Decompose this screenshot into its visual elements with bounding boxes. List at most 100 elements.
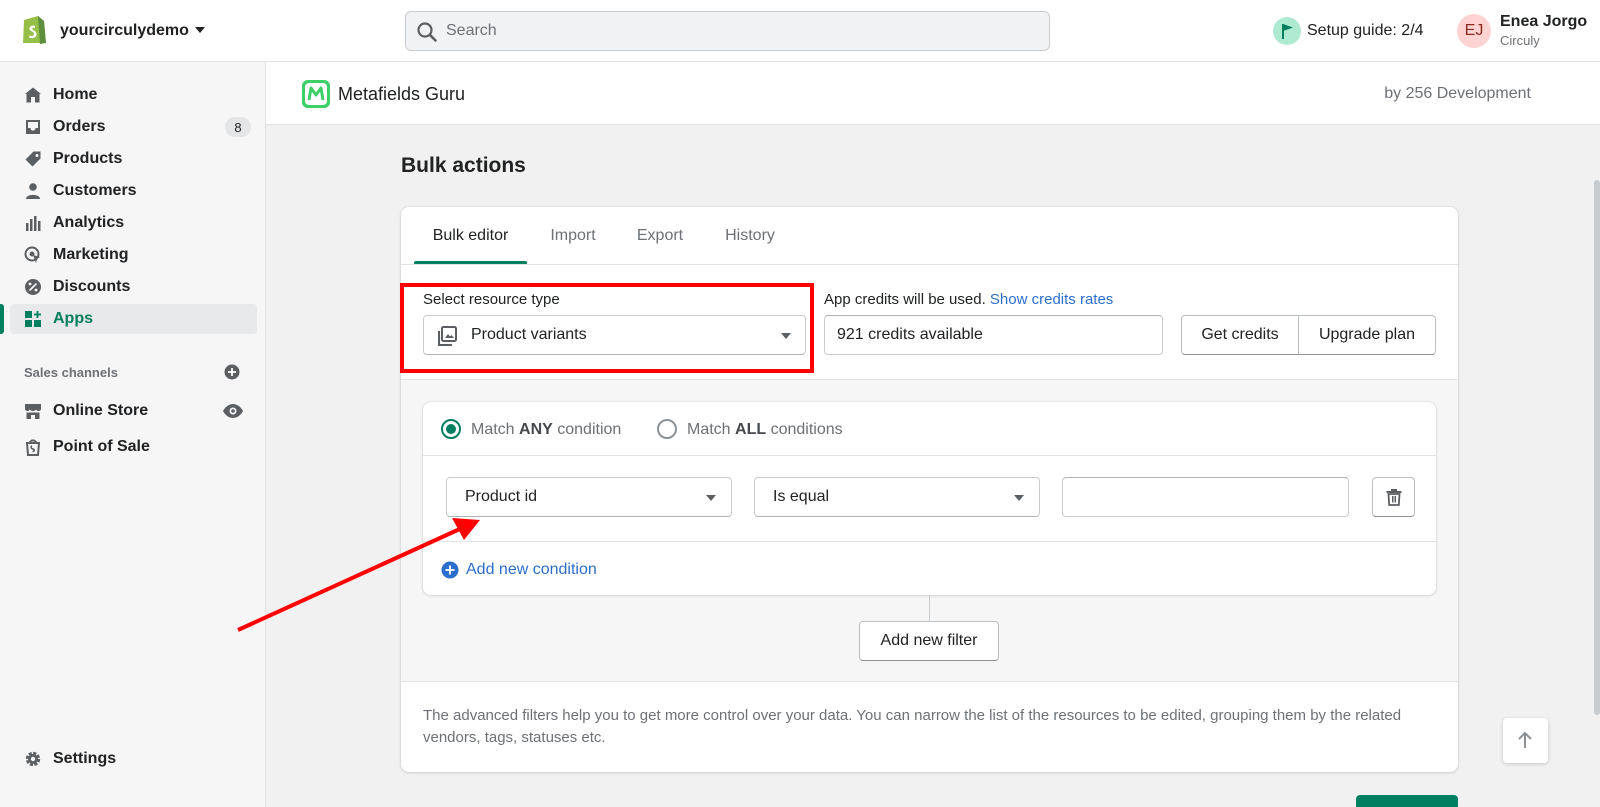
show-credits-rates-link[interactable]: Show credits rates [990, 291, 1113, 308]
sidebar-item-label: Customers [53, 182, 137, 199]
credits-notice: App credits will be used. Show credits r… [824, 291, 1113, 308]
sales-channels-title: Sales channels [24, 365, 118, 380]
condition-value-input[interactable] [1075, 478, 1336, 516]
gear-icon [25, 751, 41, 767]
sidebar-item-point-of-sale[interactable]: Point of Sale [10, 432, 257, 462]
sidebar-item-label: Marketing [53, 246, 129, 263]
setup-guide-label: Setup guide: 2/4 [1307, 22, 1424, 39]
sidebar-item-label: Online Store [53, 402, 149, 419]
match-all-radio[interactable] [657, 419, 677, 439]
get-credits-button[interactable]: Get credits [1181, 315, 1299, 355]
sidebar-item-analytics[interactable]: Analytics [10, 208, 257, 238]
caret-down-icon [706, 495, 716, 501]
add-circle-icon[interactable] [224, 364, 240, 380]
sidebar-item-home[interactable]: Home [10, 80, 257, 110]
match-any-suffix: condition [552, 421, 622, 438]
sidebar-item-label: Apps [53, 310, 93, 327]
sidebar: Home Orders 8 Products Customers Analyti… [0, 62, 266, 807]
tag-icon [25, 151, 41, 167]
annotation-highlight-box [400, 283, 814, 373]
bag-icon [25, 439, 41, 456]
match-all-label[interactable]: Match ALL conditions [687, 421, 843, 439]
app-header: Metafields Guru by 256 Development [266, 62, 1600, 125]
condition-operator-value: Is equal [773, 488, 830, 505]
condition-field-select[interactable]: Product id [446, 477, 732, 517]
add-new-condition-link[interactable]: Add new condition [441, 560, 597, 580]
sidebar-item-discounts[interactable]: Discounts [10, 272, 257, 302]
tab-bulk-editor[interactable]: Bulk editor [414, 207, 527, 265]
flag-icon [1273, 17, 1301, 45]
store-icon [25, 404, 41, 419]
credits-notice-text: App credits will be used. [824, 291, 986, 308]
tab-import[interactable]: Import [538, 207, 608, 265]
sidebar-item-online-store[interactable]: Online Store [10, 396, 257, 426]
condition-operator-select[interactable]: Is equal [754, 477, 1040, 517]
tab-bar: Bulk editor Import Export History [401, 207, 1458, 265]
inbox-icon [26, 120, 40, 134]
search-icon [417, 22, 437, 42]
sidebar-item-settings[interactable]: Settings [10, 744, 257, 774]
match-any-label[interactable]: Match ANY condition [471, 421, 621, 439]
plus-circle-icon [441, 561, 459, 579]
target-icon [24, 246, 40, 263]
active-tab-indicator [414, 261, 527, 264]
setup-guide[interactable]: Setup guide: 2/4 [1273, 17, 1424, 45]
sidebar-item-label: Home [53, 86, 98, 103]
credits-available-input[interactable] [837, 316, 1150, 354]
trash-icon [1386, 489, 1402, 506]
search-bar[interactable] [405, 11, 1050, 51]
filter-area: Match ANY condition Match ALL conditions… [401, 379, 1458, 682]
add-new-filter-button[interactable]: Add new filter [859, 621, 999, 661]
match-all-suffix: conditions [766, 421, 843, 438]
add-new-condition-label: Add new condition [466, 561, 597, 578]
delete-condition-button[interactable] [1372, 477, 1415, 517]
sidebar-item-label: Orders [53, 118, 106, 135]
person-icon [26, 183, 40, 199]
active-indicator [0, 304, 4, 334]
filter-connector-line [929, 595, 930, 621]
orders-count-badge: 8 [225, 117, 251, 137]
top-bar: yourcirculydemo Setup guide: 2/4 EJ Enea… [0, 0, 1600, 62]
match-any-prefix: Match [471, 421, 520, 438]
match-any-radio[interactable] [441, 419, 461, 439]
upgrade-plan-button[interactable]: Upgrade plan [1298, 315, 1436, 355]
eye-icon[interactable] [223, 404, 243, 418]
user-name[interactable]: Enea Jorgo [1500, 13, 1587, 31]
sidebar-item-label: Point of Sale [53, 438, 150, 455]
sidebar-item-apps[interactable]: Apps [0, 304, 257, 334]
app-developer: by 256 Development [1384, 85, 1531, 102]
apps-icon [25, 311, 41, 327]
metafields-guru-logo-icon[interactable] [302, 80, 330, 108]
sidebar-item-label: Analytics [53, 214, 125, 231]
scroll-to-top-button[interactable] [1503, 718, 1548, 763]
app-name: Metafields Guru [338, 84, 466, 104]
search-input[interactable] [446, 12, 1036, 50]
home-icon [25, 87, 41, 103]
sidebar-item-label: Products [53, 150, 123, 167]
avatar[interactable]: EJ [1457, 14, 1491, 48]
caret-down-icon [1014, 495, 1024, 501]
primary-action-button[interactable] [1356, 795, 1458, 807]
tab-history[interactable]: History [712, 207, 788, 265]
tab-export[interactable]: Export [620, 207, 700, 265]
condition-group: Match ANY condition Match ALL conditions… [423, 402, 1436, 595]
sidebar-item-orders[interactable]: Orders 8 [10, 112, 257, 142]
shopify-logo-icon[interactable] [20, 13, 48, 45]
sidebar-item-customers[interactable]: Customers [10, 176, 257, 206]
condition-value-field[interactable] [1062, 477, 1349, 517]
condition-row: Product id Is equal [423, 456, 1436, 542]
chevron-down-icon[interactable] [195, 27, 205, 33]
sidebar-item-marketing[interactable]: Marketing [10, 240, 257, 270]
filter-help-text: The advanced filters help you to get mor… [423, 707, 1402, 746]
sidebar-item-label: Settings [53, 750, 117, 767]
credits-available-field[interactable] [824, 315, 1163, 355]
discount-icon [25, 279, 41, 295]
match-all-bold: ALL [735, 421, 767, 438]
condition-field-value: Product id [465, 488, 538, 505]
scrollbar-thumb[interactable] [1594, 180, 1600, 715]
user-org: Circuly [1500, 33, 1540, 48]
match-any-bold: ANY [519, 421, 553, 438]
sidebar-item-products[interactable]: Products [10, 144, 257, 174]
store-name[interactable]: yourcirculydemo [60, 22, 189, 40]
arrow-up-icon [1518, 731, 1532, 748]
